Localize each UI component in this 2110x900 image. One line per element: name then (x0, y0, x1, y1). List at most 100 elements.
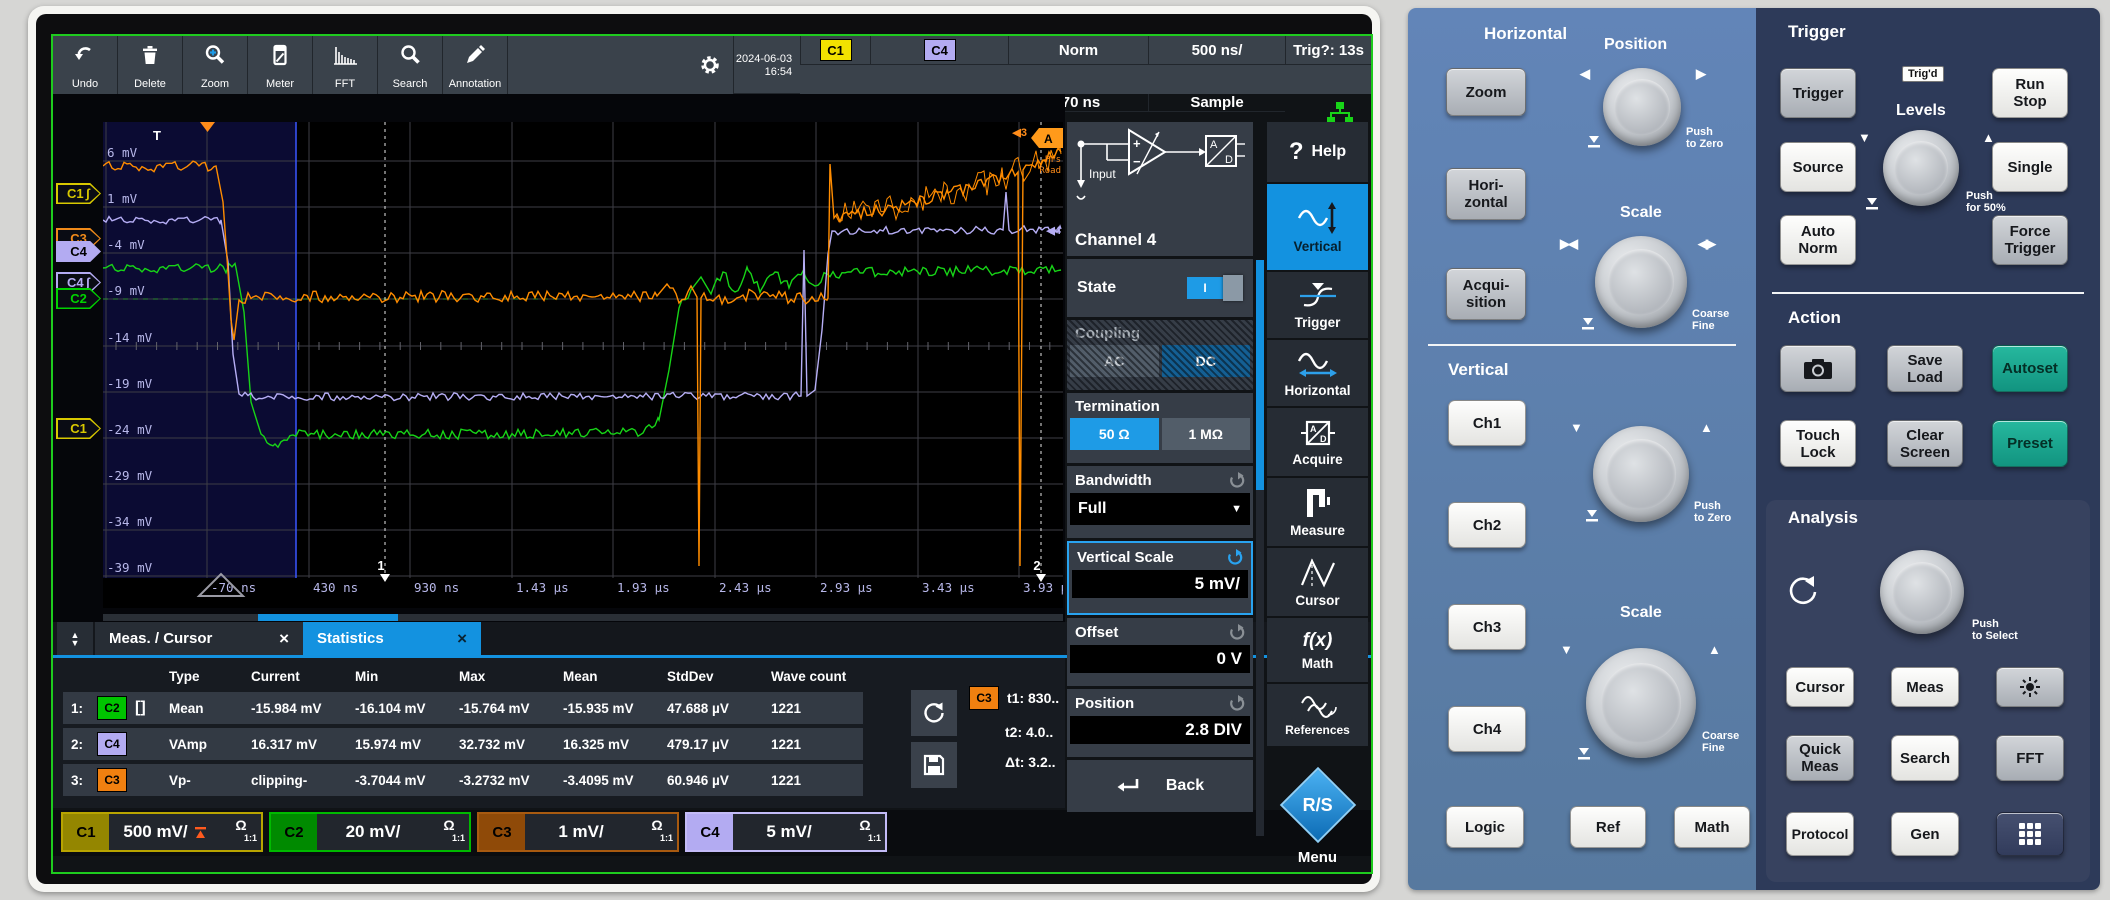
zoom-hw-button[interactable]: Zoom (1446, 68, 1526, 116)
sidebar-item-horizontal[interactable]: Horizontal (1267, 340, 1368, 406)
c4-marker[interactable]: C4 (56, 241, 101, 262)
reset-icon[interactable] (1227, 471, 1245, 489)
search-button[interactable]: Search (378, 36, 443, 94)
single-button[interactable]: Single (1992, 142, 2068, 192)
screenshot-button[interactable] (1780, 345, 1856, 392)
c1-marker[interactable]: C1 (56, 418, 101, 439)
sidebar-item-trigger[interactable]: Trigger (1267, 272, 1368, 338)
close-icon[interactable]: × (279, 629, 289, 649)
trigger-status-cell[interactable]: Trig?: 13s (1285, 36, 1371, 65)
save-load-button[interactable]: Save Load (1887, 345, 1963, 392)
table-row[interactable]: 1: C2 [] Mean-15.984 mV -16.104 mV-15.76… (63, 692, 863, 724)
horizontal-hw-button[interactable]: Hori- zontal (1446, 168, 1526, 220)
acquisition-mode-cell[interactable]: Sample (1148, 94, 1285, 112)
apps-button[interactable] (1996, 812, 2064, 856)
horizontal-position-knob[interactable] (1603, 68, 1681, 146)
dialog-scrollbar[interactable] (1256, 260, 1264, 836)
fft-button[interactable]: FFT (313, 36, 378, 94)
settings-button[interactable] (687, 36, 733, 94)
close-icon[interactable]: × (457, 629, 467, 649)
ch1-button[interactable]: Ch1 (1448, 400, 1526, 446)
run-stop-button[interactable]: Run Stop (1992, 68, 2068, 118)
toggle-knob[interactable] (1223, 275, 1243, 301)
termination-1mohm-button[interactable]: 1 MΩ (1162, 418, 1251, 450)
ch4-button[interactable]: Ch4 (1448, 706, 1526, 752)
ref-button[interactable]: Ref (1570, 806, 1646, 848)
status-c4-cell[interactable]: C4 (870, 36, 1008, 65)
protocol-button[interactable]: Protocol (1786, 812, 1854, 856)
vertical-position-knob[interactable] (1593, 426, 1689, 522)
c3-channel-button[interactable]: C3 1 mV/ Ω1:1 (477, 812, 679, 852)
source-button[interactable]: Source (1780, 142, 1856, 192)
sidebar-item-cursor[interactable]: Cursor (1267, 548, 1368, 616)
autoset-button[interactable]: Autoset (1992, 345, 2068, 392)
sidebar-item-vertical[interactable]: Vertical (1267, 184, 1368, 270)
sidebar-item-help[interactable]: ? Help (1267, 122, 1368, 182)
sidebar-item-math[interactable]: f(x) Math (1267, 618, 1368, 682)
termination-50ohm-button[interactable]: 50 Ω (1070, 418, 1159, 450)
touch-lock-button[interactable]: Touch Lock (1780, 420, 1856, 467)
coupling-dc-button[interactable]: DC (1162, 345, 1251, 377)
sidebar-item-references[interactable]: References (1267, 684, 1368, 746)
meas-button[interactable]: Meas (1891, 667, 1959, 707)
vertical-scale-section[interactable]: Vertical Scale 5 mV/ (1067, 541, 1253, 615)
meter-button[interactable]: Meter (248, 36, 313, 94)
reset-icon[interactable] (1227, 623, 1245, 641)
vertical-scale-knob[interactable] (1586, 648, 1696, 758)
horizontal-scale-knob[interactable] (1595, 236, 1687, 328)
scrollbar-thumb[interactable] (258, 614, 398, 621)
acquisition-hw-button[interactable]: Acqui- sition (1446, 268, 1526, 320)
bandwidth-dropdown[interactable]: Full ▼ (1070, 493, 1250, 525)
logic-button[interactable]: Logic (1446, 806, 1524, 848)
horizontal-scrollbar[interactable] (103, 614, 1063, 621)
refresh-statistics-button[interactable] (911, 690, 957, 736)
zoom-button[interactable]: Zoom (183, 36, 248, 94)
c4-channel-button[interactable]: C4 5 mV/ Ω1:1 (685, 812, 887, 852)
trigger-hw-button[interactable]: Trigger (1780, 68, 1856, 118)
force-trigger-button[interactable]: Force Trigger (1992, 215, 2068, 265)
intensity-button[interactable] (1996, 667, 2064, 707)
fft-hw-button[interactable]: FFT (1996, 735, 2064, 781)
undo-button[interactable]: Undo (53, 36, 118, 94)
cursor-results[interactable]: C3t1: 830.. t2: 4.0.. Δt: 3.2.. (969, 686, 1065, 784)
annotation-button[interactable]: Annotation (443, 36, 508, 94)
state-toggle[interactable]: I (1187, 277, 1243, 299)
gen-button[interactable]: Gen (1891, 812, 1959, 856)
tab-statistics[interactable]: Statistics× (303, 622, 481, 655)
reset-icon[interactable] (1227, 694, 1245, 712)
table-row[interactable]: 2: C4 VAmp16.317 mV 15.974 mV32.732 mV 1… (63, 728, 863, 760)
clear-screen-button[interactable]: Clear Screen (1887, 420, 1963, 467)
sidebar-item-measure[interactable]: Measure (1267, 478, 1368, 546)
dialog-scrollbar-thumb[interactable] (1256, 260, 1264, 490)
waveform-area[interactable]: T6 mV1 mV-4 mV-9 mV-14 mV-19 mV-24 mV-29… (53, 94, 1065, 622)
trigger-levels-knob[interactable] (1883, 130, 1959, 206)
cursor-hw-button[interactable]: Cursor (1786, 667, 1854, 707)
c1-trigger-marker[interactable]: C1ʃ (56, 183, 101, 204)
c2-marker[interactable]: C2 (56, 288, 101, 309)
waveform-plot[interactable]: T6 mV1 mV-4 mV-9 mV-14 mV-19 mV-24 mV-29… (103, 122, 1063, 608)
position-value[interactable]: 2.8 DIV (1070, 716, 1250, 744)
save-statistics-button[interactable] (911, 742, 957, 788)
quick-meas-button[interactable]: Quick Meas (1786, 735, 1854, 781)
ch2-button[interactable]: Ch2 (1448, 502, 1526, 548)
tab-scroll-control[interactable]: ▲▼ (57, 622, 93, 655)
tab-meas-cursor[interactable]: Meas. / Cursor× (95, 622, 303, 655)
c1-channel-button[interactable]: C1 500 mV/ Ω1:1 (61, 812, 263, 852)
reset-icon-active[interactable] (1225, 548, 1243, 566)
sidebar-item-acquire[interactable]: AD Acquire (1267, 408, 1368, 476)
status-c1-cell[interactable]: C1 (800, 36, 870, 65)
timebase-cell[interactable]: 500 ns/ (1148, 36, 1285, 65)
delete-button[interactable]: Delete (118, 36, 183, 94)
c2-channel-button[interactable]: C2 20 mV/ Ω1:1 (269, 812, 471, 852)
auto-norm-button[interactable]: Auto Norm (1780, 215, 1856, 265)
ch3-button[interactable]: Ch3 (1448, 604, 1526, 650)
navigation-knob[interactable] (1880, 550, 1964, 634)
math-button[interactable]: Math (1674, 806, 1750, 848)
preset-button[interactable]: Preset (1992, 420, 2068, 467)
trigger-mode-cell[interactable]: Norm (1008, 36, 1148, 65)
vertical-scale-value[interactable]: 5 mV/ (1072, 570, 1248, 598)
coupling-ac-button[interactable]: AC (1070, 345, 1159, 377)
menu-button[interactable]: R/S Menu (1267, 778, 1368, 870)
offset-value[interactable]: 0 V (1070, 645, 1250, 673)
table-row[interactable]: 3: C3 Vp-clipping- -3.7044 mV-3.2732 mV … (63, 764, 863, 796)
